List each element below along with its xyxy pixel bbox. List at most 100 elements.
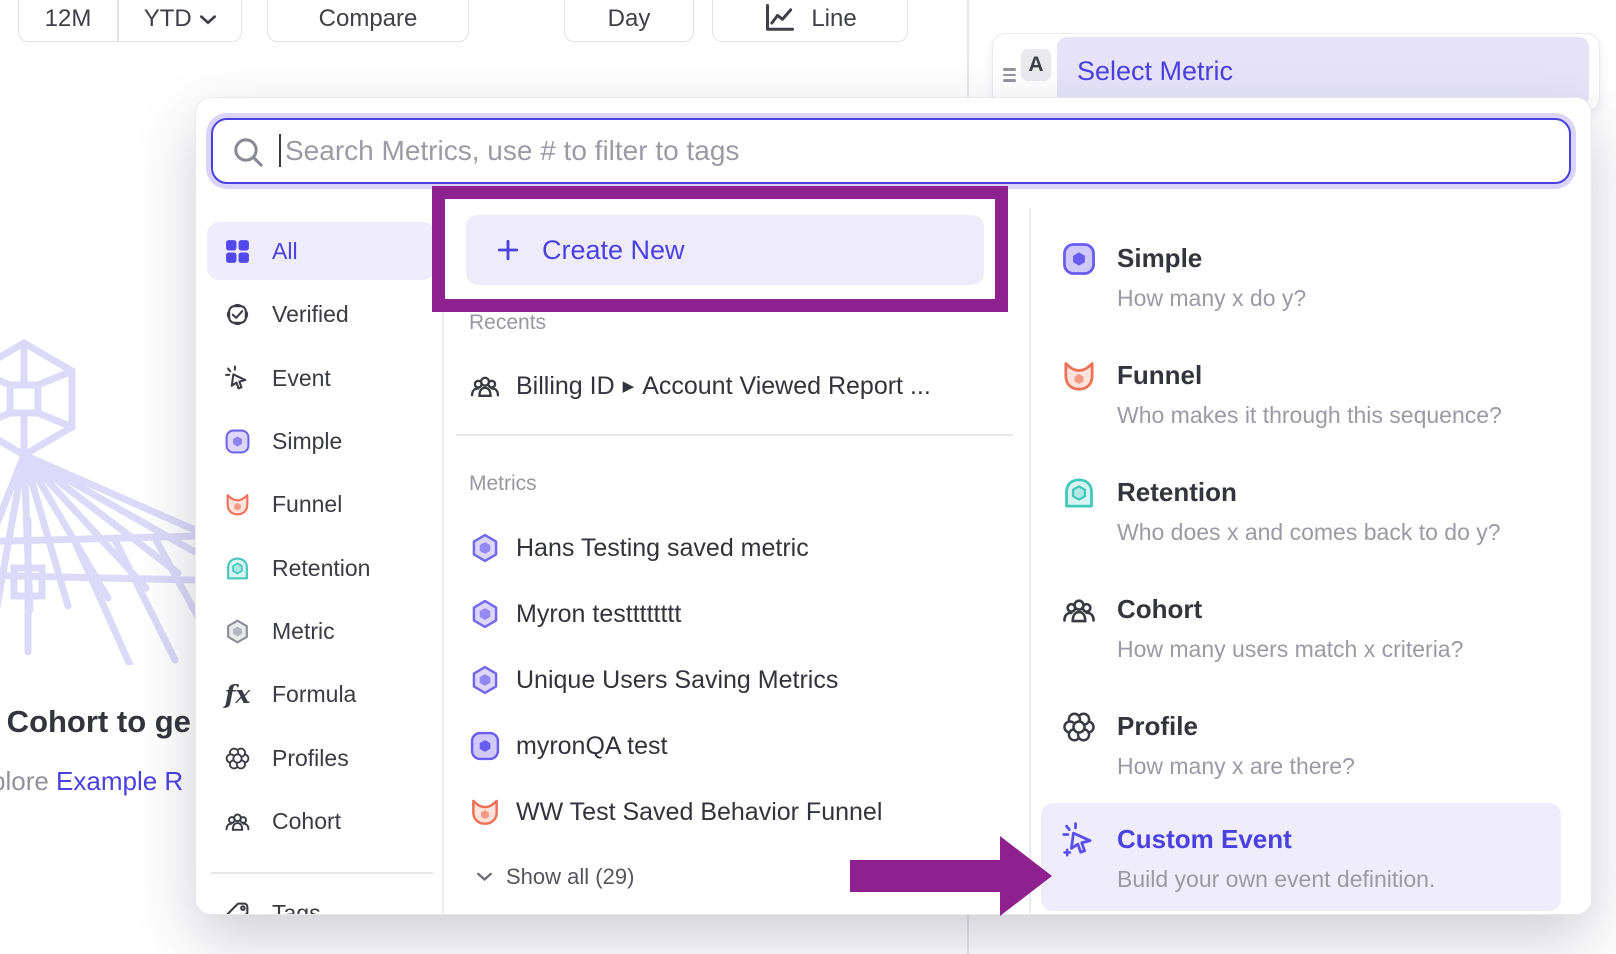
chevron-down-icon — [200, 15, 216, 25]
metric-hexagon-icon — [224, 618, 251, 645]
chevron-down-icon — [477, 872, 492, 882]
metric-row[interactable]: Hans Testing saved metric — [469, 526, 1009, 570]
sidebar-item-label: Verified — [272, 301, 349, 328]
metric-row-label: Unique Users Saving Metrics — [516, 666, 838, 695]
funnel-icon — [1061, 358, 1097, 394]
sidebar-item-formula[interactable]: fx Formula — [207, 666, 437, 722]
metric-row[interactable]: myronQA test — [469, 724, 1009, 768]
sidebar-item-label: Cohort — [272, 808, 341, 835]
drag-handle-icon[interactable] — [1003, 65, 1016, 85]
profiles-flower-icon — [1061, 709, 1097, 745]
sidebar-item-cohort[interactable]: Cohort — [207, 793, 437, 849]
empty-state-headline: r Cohort to ge — [0, 704, 191, 740]
metric-row-label: Myron testttttttt — [516, 600, 681, 629]
show-all-label: Show all (29) — [506, 864, 634, 890]
range-ytd-button[interactable]: YTD — [119, 0, 242, 41]
sidebar-item-label: Event — [272, 365, 331, 392]
type-desc: Who makes it through this sequence? — [1117, 402, 1502, 429]
type-desc: Who does x and comes back to do y? — [1117, 519, 1501, 546]
chart-type-line-button[interactable]: Line — [712, 0, 908, 42]
funnel-icon — [469, 796, 501, 828]
range-12m-button[interactable]: 12M — [19, 0, 117, 41]
type-title: Simple — [1117, 243, 1202, 274]
retention-icon — [1061, 475, 1097, 511]
sidebar-item-simple[interactable]: Simple — [207, 413, 437, 469]
sidebar-item-label: Metric — [272, 618, 335, 645]
saved-metric-hex-icon — [469, 598, 501, 630]
recents-divider — [456, 434, 1013, 436]
types-column-divider — [1029, 208, 1031, 914]
sidebar-item-funnel[interactable]: Funnel — [207, 476, 437, 532]
sidebar-item-label: All — [272, 238, 298, 265]
show-all-toggle[interactable]: Show all (29) — [477, 864, 634, 890]
date-range-group[interactable]: 12M YTD — [18, 0, 242, 42]
annotation-highlight-box — [432, 186, 1008, 312]
compare-button[interactable]: Compare — [267, 0, 469, 42]
simple-metric-icon — [1061, 241, 1097, 277]
retention-icon — [224, 555, 251, 582]
recent-item-part2: Account Viewed Report ... — [642, 372, 931, 401]
line-chart-icon — [763, 3, 797, 33]
recent-item-part1: Billing ID — [516, 372, 615, 401]
sidebar-item-label: Tags — [272, 900, 321, 916]
line-label: Line — [811, 5, 856, 33]
event-cursor-icon — [224, 365, 251, 392]
sidebar-item-label: Simple — [272, 428, 342, 455]
funnel-icon — [224, 491, 251, 518]
sidebar-item-label: Profiles — [272, 745, 349, 772]
custom-event-icon — [1061, 822, 1097, 858]
type-title: Custom Event — [1117, 824, 1292, 855]
metric-row-label: myronQA test — [516, 732, 667, 761]
app-screen: 12M YTD Compare Day Line r Cohort to ge — [0, 0, 1616, 954]
range-ytd-label: YTD — [144, 5, 192, 33]
breadcrumb-arrow-icon: ▶ — [623, 377, 635, 395]
metric-row[interactable]: Myron testttttttt — [469, 592, 1009, 636]
simple-metric-icon — [224, 428, 251, 455]
sidebar-item-verified[interactable]: Verified — [207, 286, 437, 342]
type-title: Retention — [1117, 477, 1237, 508]
custom-event-highlight — [1041, 803, 1561, 911]
example-reports-link[interactable]: Example R — [56, 766, 183, 796]
metric-search-field — [211, 118, 1571, 184]
sidebar-item-label: Formula — [272, 681, 356, 708]
text-cursor — [279, 134, 281, 167]
annotation-arrow — [850, 830, 1055, 922]
search-input[interactable] — [283, 120, 1557, 182]
sidebar-item-all[interactable]: All — [207, 223, 437, 279]
sidebar-item-event[interactable]: Event — [207, 350, 437, 406]
formula-fx-icon: fx — [224, 681, 251, 708]
metric-row[interactable]: Unique Users Saving Metrics — [469, 658, 1009, 702]
type-title: Funnel — [1117, 360, 1202, 391]
granularity-day-button[interactable]: Day — [564, 0, 694, 42]
metric-row[interactable]: WW Test Saved Behavior Funnel — [469, 790, 1009, 834]
sidebar-item-retention[interactable]: Retention — [207, 540, 437, 596]
compare-label: Compare — [319, 5, 418, 33]
empty-state-subtext: xplore Example R — [0, 766, 183, 797]
select-metric-button[interactable]: Select Metric — [1057, 37, 1589, 106]
metric-row-label: WW Test Saved Behavior Funnel — [516, 798, 882, 827]
people-icon — [1061, 592, 1097, 628]
simple-metric-icon — [469, 730, 501, 762]
type-title: Cohort — [1117, 594, 1202, 625]
saved-metric-hex-icon — [469, 532, 501, 564]
people-icon — [224, 808, 251, 835]
metric-row-label: Hans Testing saved metric — [516, 534, 809, 563]
recent-item-row[interactable]: Billing ID ▶ Account Viewed Report ... — [469, 364, 1009, 408]
search-icon — [232, 136, 265, 169]
type-desc: How many users match x criteria? — [1117, 636, 1463, 663]
grid-icon — [224, 238, 251, 265]
type-title: Profile — [1117, 711, 1198, 742]
verified-seal-icon — [224, 301, 251, 328]
sidebar-item-label: Funnel — [272, 491, 342, 518]
sidebar-item-label: Retention — [272, 555, 370, 582]
sidebar-item-metric[interactable]: Metric — [207, 603, 437, 659]
sidebar-item-tags[interactable]: Tags — [207, 885, 437, 915]
type-desc: How many x do y? — [1117, 285, 1306, 312]
series-a-badge: A — [1021, 49, 1051, 81]
sidebar-column-divider — [442, 208, 444, 914]
profiles-flower-icon — [224, 745, 251, 772]
sidebar-item-profiles[interactable]: Profiles — [207, 730, 437, 786]
day-label: Day — [608, 5, 651, 33]
type-desc: How many x are there? — [1117, 753, 1355, 780]
type-desc: Build your own event definition. — [1117, 866, 1435, 893]
